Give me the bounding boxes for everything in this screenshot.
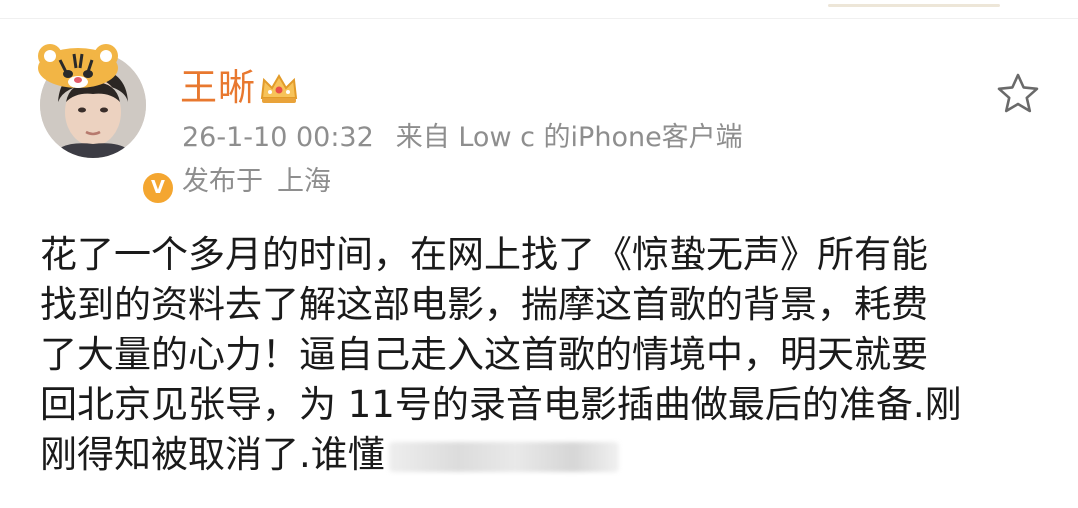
crown-icon[interactable]	[258, 72, 300, 106]
tiger-ears-frame-icon	[38, 44, 118, 88]
post-text-line: 了大量的心力！逼自己走入这首歌的情境中，明天就要	[40, 333, 928, 376]
post-body: 花了一个多月的时间，在网上找了《惊蛰无声》所有能 找到的资料去了解这部电影，揣摩…	[40, 230, 1030, 480]
post-timestamp[interactable]: 26-1-10 00:32	[182, 122, 374, 153]
post-text-line: 花了一个多月的时间，在网上找了《惊蛰无声》所有能	[40, 233, 928, 276]
author-name[interactable]: 王晰	[180, 66, 256, 110]
post-text-line-last: 刚得知被取消了.谁懂	[40, 430, 1030, 480]
post-source: 来自 Low c 的iPhone客户端	[395, 122, 743, 153]
location-city[interactable]: 上海	[277, 166, 331, 197]
post-meta: 26-1-10 00:32 来自 Low c 的iPhone客户端	[182, 120, 743, 156]
star-outline-icon[interactable]	[996, 72, 1040, 114]
top-divider	[0, 18, 1078, 19]
avatar-container[interactable]: V	[30, 38, 176, 206]
blurred-redacted-text	[388, 441, 619, 472]
top-edge-highlight	[828, 4, 1000, 7]
location-prefix: 发布于	[182, 166, 263, 197]
verified-v-icon: V	[140, 170, 176, 206]
post-text-line: 刚得知被取消了.谁懂	[40, 433, 385, 476]
post-text-line: 找到的资料去了解这部电影，揣摩这首歌的背景，耗费	[40, 283, 928, 326]
post-location: 发布于 上海	[182, 164, 331, 200]
weibo-post-screenshot: V 王晰 26-1-10 00:32 来自 Low c 的iPhone客户端 发布…	[0, 0, 1078, 508]
post-text-line: 回北京见张导，为 11号的录音电影插曲做最后的准备.刚	[40, 383, 962, 426]
